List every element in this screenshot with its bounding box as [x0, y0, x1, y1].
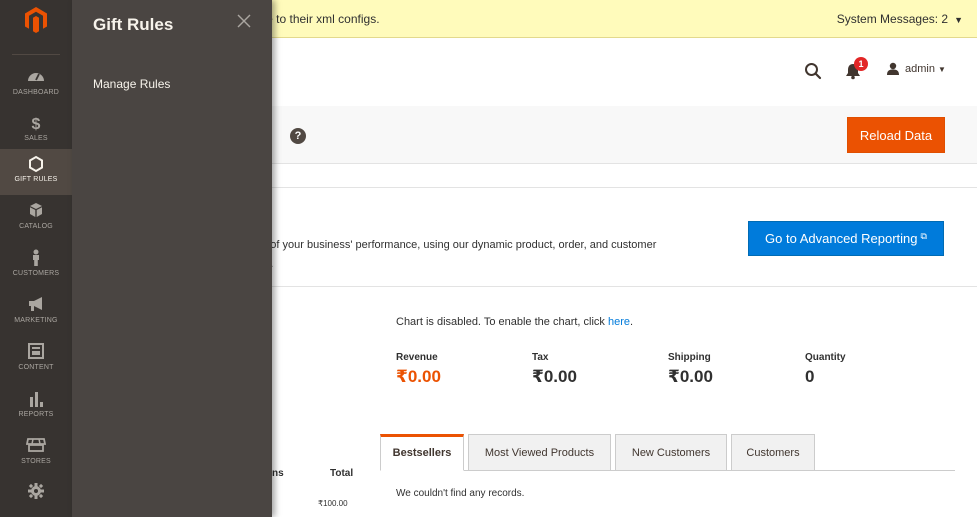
- sidebar-item-label: MARKETING: [14, 317, 58, 324]
- sidebar-item-gift-rules[interactable]: GIFT RULES: [0, 149, 72, 195]
- grid-cell: ₹100.00: [318, 499, 348, 508]
- advanced-reporting-description: nd of your business' performance, using …: [255, 236, 715, 274]
- sidebar-item-label: SALES: [24, 135, 48, 142]
- chart-disabled-message: Chart is disabled. To enable the chart, …: [396, 316, 633, 328]
- tab-most-viewed-products[interactable]: Most Viewed Products: [468, 434, 611, 471]
- store-icon: [0, 437, 72, 457]
- dashboard-icon: [0, 68, 72, 88]
- gear-icon: [0, 482, 72, 502]
- advanced-reporting-button-label: Go to Advanced Reporting: [765, 231, 918, 246]
- sidebar-item-label: CATALOG: [19, 223, 53, 230]
- dashboard-tabs: Bestsellers Most Viewed Products New Cus…: [380, 434, 955, 471]
- dollar-icon: $: [0, 114, 72, 134]
- sidebar-item-marketing[interactable]: MARKETING: [0, 290, 72, 336]
- sidebar-item-system[interactable]: [0, 476, 72, 517]
- close-icon[interactable]: [237, 14, 251, 28]
- tab-bestsellers[interactable]: Bestsellers: [380, 434, 464, 471]
- grid-column-header-total: Total: [330, 468, 354, 479]
- no-records-message: We couldn't find any records.: [396, 488, 525, 499]
- flyout-title: Gift Rules: [93, 15, 174, 34]
- sidebar-item-reports[interactable]: REPORTS: [0, 384, 72, 430]
- external-link-icon: ⧉: [920, 231, 927, 241]
- sidebar-item-customers[interactable]: CUSTOMERS: [0, 243, 72, 289]
- total-revenue: Revenue ₹0.00: [396, 352, 441, 387]
- sidebar-item-label: DASHBOARD: [12, 89, 60, 96]
- sidebar-item-label: GIFT RULES: [14, 176, 58, 183]
- go-to-advanced-reporting-button[interactable]: Go to Advanced Reporting ⧉: [748, 221, 944, 256]
- sidebar-item-stores[interactable]: STORES: [0, 431, 72, 477]
- user-menu[interactable]: admin ▼: [886, 62, 946, 75]
- total-shipping: Shipping ₹0.00: [668, 352, 713, 387]
- total-label: Shipping: [668, 352, 711, 363]
- caret-down-icon: ▼: [937, 65, 946, 74]
- total-label: Tax: [532, 352, 549, 363]
- sidebar-item-label: STORES: [21, 458, 51, 465]
- notification-badge: 1: [854, 57, 868, 71]
- cube-icon: [0, 202, 72, 222]
- tab-customers[interactable]: Customers: [731, 434, 815, 471]
- tab-new-customers[interactable]: New Customers: [615, 434, 727, 471]
- search-icon[interactable]: [804, 62, 822, 80]
- system-messages-toggle[interactable]: System Messages: 2 ▼: [837, 12, 963, 26]
- total-value: ₹0.00: [668, 367, 713, 386]
- hexagon-icon: [0, 155, 72, 175]
- layout-icon: [0, 343, 72, 363]
- svg-text:$: $: [32, 116, 41, 132]
- total-label: Revenue: [396, 352, 438, 363]
- caret-down-icon: ▼: [954, 15, 963, 25]
- sidebar-item-catalog[interactable]: CATALOG: [0, 196, 72, 242]
- chart-message-text: Chart is disabled. To enable the chart, …: [396, 316, 608, 328]
- magento-logo-icon: [25, 7, 47, 33]
- sidebar-item-label: CUSTOMERS: [12, 270, 60, 277]
- reload-data-button[interactable]: Reload Data: [847, 117, 945, 153]
- system-messages-label: System Messages: 2: [836, 12, 949, 26]
- magento-logo[interactable]: [0, 0, 72, 44]
- user-name: admin: [905, 63, 935, 75]
- enable-chart-link[interactable]: here: [608, 316, 630, 328]
- gift-rules-flyout: Gift Rules Manage Rules: [72, 0, 272, 517]
- grid-column-header: ns: [272, 468, 284, 479]
- advanced-reporting-text-line2: ata.: [255, 255, 715, 274]
- total-label: Quantity: [805, 352, 846, 363]
- dashboard-totals: Revenue ₹0.00 Tax ₹0.00 Shipping ₹0.00 Q…: [396, 352, 896, 392]
- total-tax: Tax ₹0.00: [532, 352, 577, 387]
- admin-sidebar: DASHBOARD $ SALES GIFT RULES CATALOG CUS…: [0, 0, 72, 517]
- advanced-reporting-text-line1: nd of your business' performance, using …: [255, 239, 657, 251]
- nav-divider: [12, 54, 60, 55]
- help-icon[interactable]: ?: [290, 128, 306, 144]
- total-quantity: Quantity 0: [805, 352, 846, 387]
- chart-message-period: .: [630, 316, 634, 328]
- sidebar-item-label: CONTENT: [18, 364, 54, 371]
- manage-rules-link[interactable]: Manage Rules: [93, 77, 170, 91]
- person-icon: [0, 249, 72, 269]
- total-value: ₹0.00: [532, 367, 577, 386]
- sidebar-item-label: REPORTS: [18, 411, 54, 418]
- bar-chart-icon: [0, 390, 72, 410]
- sidebar-item-dashboard[interactable]: DASHBOARD: [0, 62, 72, 108]
- sidebar-item-content[interactable]: CONTENT: [0, 337, 72, 383]
- total-value: 0: [805, 367, 815, 386]
- user-icon: [887, 62, 899, 75]
- sidebar-item-sales[interactable]: $ SALES: [0, 108, 72, 154]
- total-value: ₹0.00: [396, 367, 441, 386]
- megaphone-icon: [0, 296, 72, 316]
- bell-icon[interactable]: 1: [844, 57, 868, 82]
